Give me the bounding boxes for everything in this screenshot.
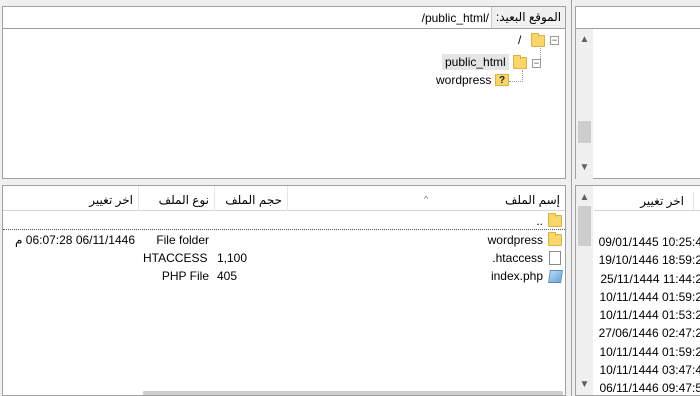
scroll-down-icon[interactable]: ▼: [576, 376, 593, 393]
table-row[interactable]: index.php 405 PHP File: [3, 267, 565, 285]
file-icon: [549, 251, 561, 265]
column-filename-label: إسم الملف: [504, 193, 560, 207]
list-item-date[interactable]: 06/11/1446 09:47:5: [594, 379, 700, 395]
row-name: .htaccess: [492, 251, 543, 265]
sort-ascending-icon: ^: [424, 194, 429, 204]
row-type: File folder: [156, 233, 209, 247]
row-modified: 06/11/1446 06:07:28 م: [15, 233, 135, 247]
local-file-list: ▲ ▼ اخر تغيير 09/01/1445 10:25:4 19/10/1…: [575, 185, 700, 396]
remote-file-list: إسم الملف ^ حجم الملف نوع الملف اخر تغيي…: [2, 185, 566, 396]
folder-icon: [548, 232, 562, 246]
remote-site-pane: الموقع البعيد: − / − public_html ? wordp…: [0, 0, 568, 396]
scroll-thumb[interactable]: [578, 121, 591, 143]
list-item-date[interactable]: 10/11/1444 01:53:2: [594, 306, 700, 324]
horizontal-scrollbar[interactable]: [143, 391, 563, 395]
column-filesize[interactable]: حجم الملف: [214, 186, 287, 211]
remote-path-bar: الموقع البعيد:: [3, 7, 565, 29]
folder-icon: [548, 213, 562, 227]
table-row[interactable]: wordpress File folder 06/11/1446 06:07:2…: [3, 231, 565, 249]
scroll-up-icon[interactable]: ▲: [576, 189, 593, 206]
local-path-bar[interactable]: [576, 7, 700, 29]
column-filetype[interactable]: نوع الملف: [138, 186, 214, 211]
file-list-header: إسم الملف ^ حجم الملف نوع الملف اخر تغيي…: [3, 186, 565, 211]
vertical-scrollbar[interactable]: ▲ ▼: [576, 186, 593, 395]
collapse-root-toggle[interactable]: −: [550, 36, 559, 45]
tree-item-wordpress[interactable]: wordpress: [433, 72, 494, 88]
scroll-thumb[interactable]: [578, 206, 591, 246]
list-item-date[interactable]: 10/11/1444 01:59:2: [594, 343, 700, 361]
tree-item-public-html[interactable]: public_html: [442, 54, 509, 70]
row-type: HTACCESS ...: [143, 251, 209, 265]
row-name: ..: [536, 214, 543, 228]
column-last-modified-local[interactable]: اخر تغيير: [594, 186, 700, 211]
column-last-modified[interactable]: اخر تغيير: [3, 186, 138, 211]
scroll-down-icon[interactable]: ▼: [576, 159, 593, 176]
table-row[interactable]: .htaccess 1,100 HTACCESS ...: [3, 249, 565, 267]
folder-icon: [531, 33, 545, 47]
pane-splitter[interactable]: [0, 181, 568, 184]
local-directory-tree: ▲ ▼: [575, 6, 700, 179]
column-filename[interactable]: إسم الملف ^: [287, 186, 565, 211]
row-size: 405: [217, 269, 238, 283]
folder-icon: [513, 55, 527, 69]
list-item-date[interactable]: 25/11/1444 11:44:2: [594, 270, 700, 288]
tree-connector: [509, 81, 523, 82]
unknown-folder-icon: ?: [495, 74, 509, 86]
table-row-parent[interactable]: ..: [3, 212, 565, 230]
collapse-public-html-toggle[interactable]: −: [532, 59, 541, 68]
row-name: index.php: [490, 269, 543, 283]
list-item-date[interactable]: 19/10/1446 18:59:2: [594, 251, 700, 269]
remote-path-input[interactable]: [189, 7, 489, 28]
remote-directory-tree: الموقع البعيد: − / − public_html ? wordp…: [2, 6, 566, 179]
remote-path-label: الموقع البعيد:: [491, 7, 565, 28]
php-file-icon: [548, 270, 563, 283]
row-type: PHP File: [161, 269, 209, 283]
list-item-date[interactable]: 10/11/1444 01:59:2: [594, 288, 700, 306]
scroll-up-icon[interactable]: ▲: [576, 31, 593, 48]
vertical-scrollbar[interactable]: ▲ ▼: [576, 29, 593, 179]
list-item-date[interactable]: 10/11/1444 03:47:4: [594, 361, 700, 379]
tree-item-root[interactable]: /: [515, 32, 524, 48]
local-site-pane: ▲ ▼ ▲ ▼ اخر تغيير 09/01/1445 10:25:4 19/…: [571, 0, 700, 396]
list-item-date[interactable]: 27/06/1446 02:47:2: [594, 324, 700, 342]
row-size: 1,100: [217, 251, 248, 265]
row-name: wordpress: [487, 233, 543, 247]
list-item-date[interactable]: 09/01/1445 10:25:4: [594, 233, 700, 251]
